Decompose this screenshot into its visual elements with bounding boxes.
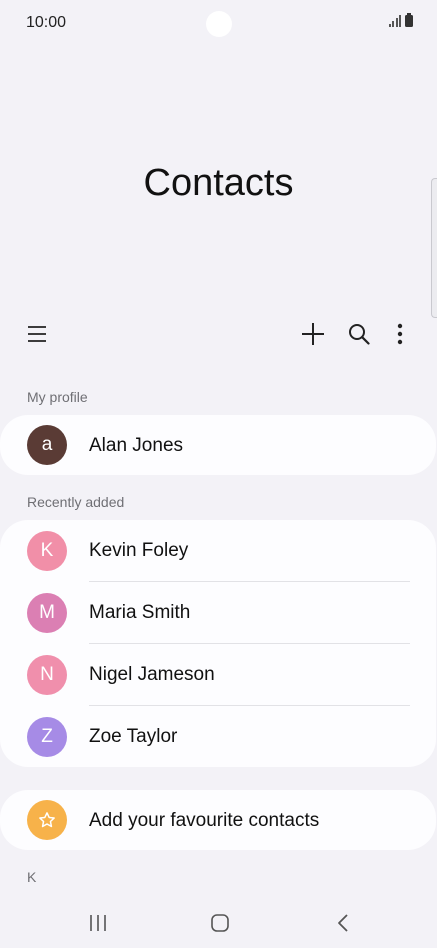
home-icon [211, 914, 229, 932]
contact-name: Kevin Foley [89, 540, 189, 561]
contact-row[interactable]: Z Zoe Taylor [0, 706, 436, 768]
menu-button[interactable] [19, 316, 55, 352]
contact-name: Nigel Jameson [89, 664, 215, 685]
battery-icon [405, 13, 413, 27]
avatar-initial: a [41, 434, 53, 455]
back-button[interactable] [323, 908, 363, 938]
menu-icon [28, 326, 46, 342]
my-profile-card: a Alan Jones [0, 415, 436, 475]
avatar: Z [27, 717, 67, 757]
avatar-initial: Z [41, 726, 53, 747]
plus-icon [302, 323, 324, 345]
avatar-initial: K [40, 540, 54, 561]
toolbar [0, 316, 437, 352]
contact-row[interactable]: K Kevin Foley [0, 520, 436, 582]
page-title: Contacts [143, 162, 294, 204]
navigation-bar [0, 900, 437, 948]
status-icons [388, 13, 413, 27]
more-options-button[interactable] [382, 316, 418, 352]
avatar-initial: N [40, 664, 54, 685]
add-favourites-label: Add your favourite contacts [89, 810, 320, 831]
index-letter: K [27, 869, 37, 885]
favourites-avatar [27, 800, 67, 840]
signal-icon [388, 15, 401, 27]
recents-icon [90, 915, 106, 931]
avatar: K [27, 531, 67, 571]
recents-button[interactable] [78, 908, 118, 938]
contact-name: Alan Jones [89, 435, 184, 456]
search-button[interactable] [341, 316, 377, 352]
add-contact-button[interactable] [295, 316, 331, 352]
my-profile-row[interactable]: a Alan Jones [0, 415, 436, 475]
avatar: M [27, 593, 67, 633]
contact-name: Zoe Taylor [89, 726, 178, 747]
star-icon [39, 812, 55, 828]
home-button[interactable] [200, 908, 240, 938]
favourites-card: Add your favourite contacts [0, 790, 436, 850]
avatar-initial: M [39, 602, 55, 623]
search-icon [349, 324, 370, 345]
status-time: 10:00 [26, 14, 67, 31]
recently-added-card: K Kevin Foley M Maria Smith N Nigel Jame… [0, 520, 436, 767]
camera-cutout [206, 11, 232, 37]
contact-row[interactable]: N Nigel Jameson [0, 644, 436, 706]
more-vertical-icon [397, 323, 403, 345]
avatar: a [27, 425, 67, 465]
avatar: N [27, 655, 67, 695]
my-profile-label: My profile [27, 389, 88, 405]
add-favourites-row[interactable]: Add your favourite contacts [0, 790, 436, 850]
contact-name: Maria Smith [89, 602, 191, 623]
back-icon [338, 914, 348, 932]
recently-added-label: Recently added [27, 494, 125, 510]
contact-row[interactable]: M Maria Smith [0, 582, 436, 644]
status-bar: 10:00 [0, 0, 437, 46]
